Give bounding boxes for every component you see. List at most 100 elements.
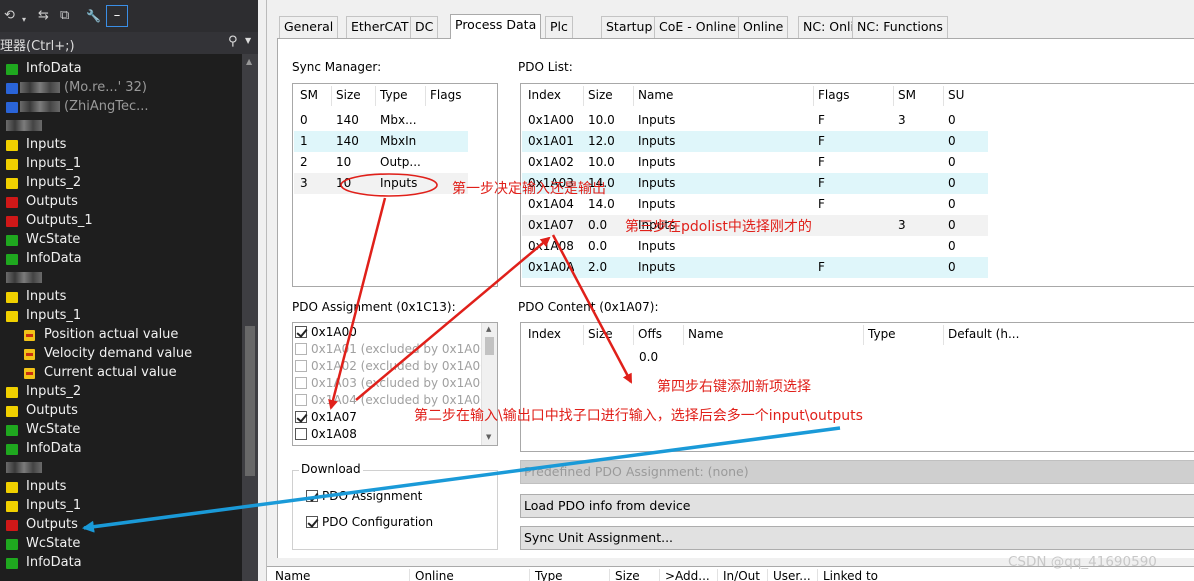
variable-column-header[interactable]: User... [773,569,811,581]
variable-column-header[interactable]: In/Out [723,569,760,581]
column-divider[interactable] [633,325,634,345]
column-header[interactable]: SU [948,88,964,102]
process-image-icon [6,254,18,265]
scrollbar-thumb[interactable] [245,326,255,476]
table-row[interactable]: 1 140 MbxIn [294,131,468,152]
column-header[interactable]: Size [336,88,361,102]
assignment-scrollbar[interactable]: ▲ ▼ [481,323,497,445]
load-pdo-info-button[interactable]: Load PDO info from device [520,494,1194,518]
sync-unit-assignment-button[interactable]: Sync Unit Assignment... [520,526,1194,550]
column-divider[interactable] [943,86,944,106]
table-row[interactable]: 2 10 Outp... [294,152,468,173]
pdo-content-table[interactable]: Index Size Offs Name Type Default (h... 0.0 [520,322,1194,452]
tab-process-data[interactable]: Process Data [450,14,542,39]
variable-column-header[interactable]: Name [275,569,310,581]
tab-dc[interactable]: DC [410,16,439,38]
scroll-down-icon[interactable]: ▼ [486,433,491,441]
predefined-pdo-assignment-button[interactable]: Predefined PDO Assignment: (none) [520,460,1194,484]
table-row[interactable]: 0x1A0A 2.0 Inputs F 0 [522,257,988,278]
variable-column-header[interactable]: Linked to [823,569,878,581]
tab-general[interactable]: General [279,16,339,38]
column-divider[interactable] [609,569,610,581]
collapse-button[interactable]: – [106,5,128,27]
search-icon[interactable]: ⚲ [228,34,238,49]
column-divider[interactable] [893,86,894,106]
column-header[interactable]: Size [588,327,613,341]
tab-nc-functions[interactable]: NC: Functions [852,16,948,38]
history-icon[interactable]: ⟲ [4,8,15,24]
table-row[interactable]: 0 140 Mbx... [294,110,468,131]
table-row[interactable]: 0x1A02 10.0 Inputs F 0 [522,152,988,173]
table-cell: 2.0 [588,260,608,274]
table-cell: 0x1A08 [528,239,574,253]
assignment-checkbox[interactable] [295,360,307,372]
variable-column-header[interactable]: >Add... [665,569,710,581]
copy-icon[interactable]: ⧉ [60,8,69,24]
column-divider[interactable] [767,569,768,581]
column-divider[interactable] [813,86,814,106]
table-row[interactable]: 0x1A00 10.0 Inputs F 3 0 [522,110,988,131]
column-divider[interactable] [683,325,684,345]
variable-column-header[interactable]: Type [535,569,563,581]
column-header[interactable]: Index [528,327,561,341]
column-header[interactable]: SM [898,88,916,102]
assignment-checkbox[interactable] [295,411,307,423]
table-row[interactable]: 3 10 Inputs [294,173,468,194]
scroll-up-icon[interactable]: ▲ [246,57,252,66]
column-divider[interactable] [409,569,410,581]
column-header[interactable]: Offs [638,327,662,341]
explorer-search-bar[interactable]: 理器(Ctrl+;) ⚲ ▼ [0,32,258,54]
pdo-assignment-checkbox[interactable] [306,490,318,502]
table-cell: 12.0 [588,134,615,148]
column-divider[interactable] [583,86,584,106]
chevron-down-icon[interactable]: ▾ [22,12,26,28]
column-divider[interactable] [529,569,530,581]
column-header[interactable]: Type [380,88,408,102]
column-header[interactable]: Name [688,327,723,341]
column-divider[interactable] [659,569,660,581]
assignment-checkbox[interactable] [295,343,307,355]
column-divider[interactable] [717,569,718,581]
process-image-icon [6,311,18,322]
assignment-checkbox[interactable] [295,377,307,389]
table-row[interactable]: 0x1A08 0.0 Inputs 0 [522,236,988,257]
column-header[interactable]: Flags [818,88,849,102]
tab-startup[interactable]: Startup [601,16,658,38]
wrench-icon[interactable]: 🔧 [86,8,101,24]
table-cell: 0x1A0A [528,260,575,274]
column-divider[interactable] [817,569,818,581]
scrollbar-thumb[interactable] [485,337,494,355]
column-header[interactable]: Default (h... [948,327,1019,341]
column-divider[interactable] [425,86,426,106]
pdo-assignment-list[interactable]: 0x1A00 0x1A01 (excluded by 0x1A00) 0x1A02 … [292,322,498,446]
column-header[interactable]: Index [528,88,561,102]
chevron-down-icon[interactable]: ▼ [245,36,251,45]
tab-plc[interactable]: Plc [545,16,573,38]
column-header[interactable]: Name [638,88,673,102]
column-divider[interactable] [331,86,332,106]
annotation-step1: 第一步决定输入还是输出 [452,181,606,197]
sync-icon[interactable]: ⇆ [38,8,49,24]
assignment-checkbox[interactable] [295,326,307,338]
column-divider[interactable] [633,86,634,106]
tab-online[interactable]: Online [738,16,789,38]
column-header[interactable]: Size [588,88,613,102]
pdo-list-table[interactable]: Index Size Name Flags SM SU 0x1A00 10.0 Inputs F 3… [520,83,1194,287]
column-header[interactable]: SM [300,88,318,102]
column-divider[interactable] [375,86,376,106]
assignment-checkbox[interactable] [295,394,307,406]
scroll-up-icon[interactable]: ▲ [486,325,491,333]
table-row[interactable]: 0x1A01 12.0 Inputs F 0 [522,131,988,152]
column-header[interactable]: Type [868,327,896,341]
variable-column-header[interactable]: Online [415,569,454,581]
variable-column-header[interactable]: Size [615,569,640,581]
column-divider[interactable] [863,325,864,345]
tab-coe-online[interactable]: CoE - Online [654,16,742,38]
column-divider[interactable] [943,325,944,345]
pdo-configuration-checkbox[interactable] [306,516,318,528]
assignment-checkbox[interactable] [295,428,307,440]
tree-scrollbar[interactable]: ▲ [242,54,258,581]
column-header[interactable]: Flags [430,88,461,102]
column-divider[interactable] [583,325,584,345]
tab-ethercat[interactable]: EtherCAT [346,16,414,38]
